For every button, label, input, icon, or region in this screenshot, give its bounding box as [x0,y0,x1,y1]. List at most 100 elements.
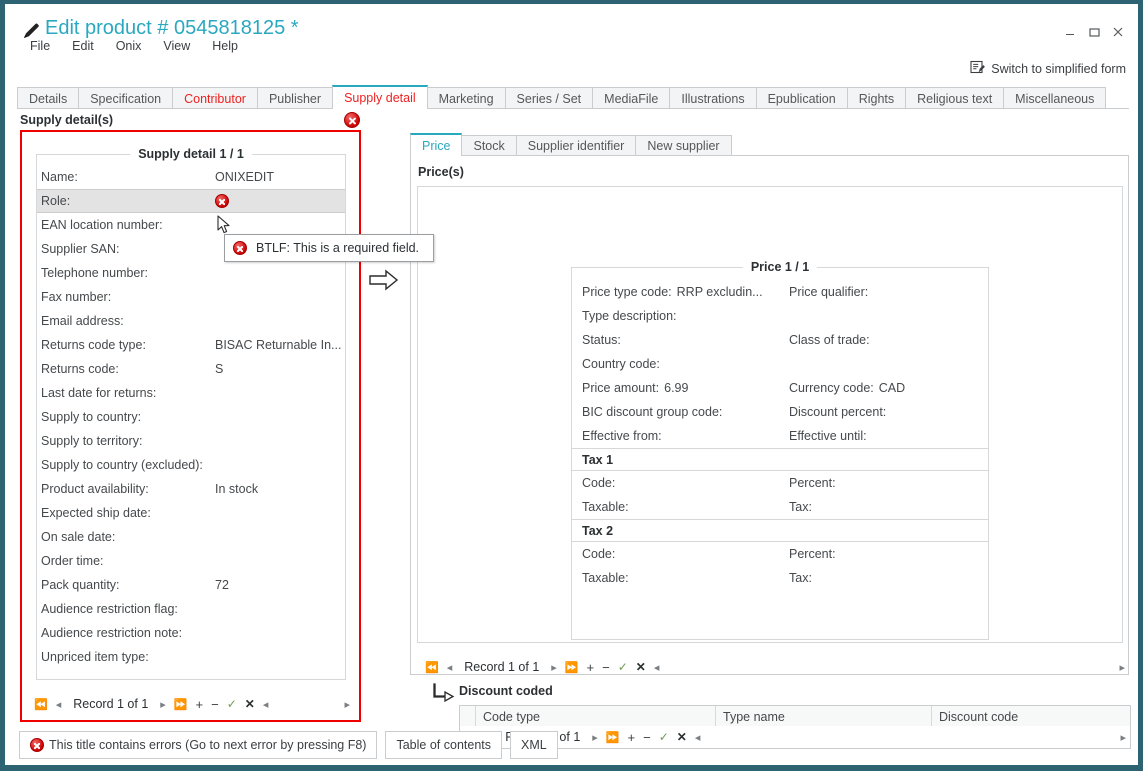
supply-field-row[interactable]: On sale date: [37,525,345,549]
price-field-row[interactable]: Effective from: Effective until: [572,424,988,448]
menu-item-help[interactable]: Help [201,36,249,56]
menu-item-edit[interactable]: Edit [61,36,105,56]
supply-field-label: Fax number: [41,290,112,304]
price-field-row[interactable]: Code: Percent: [572,542,988,566]
price-field-value: RRP excludin... [676,285,763,299]
remove-record-button[interactable]: − [598,660,614,675]
commit-record-button[interactable]: ✓ [614,660,632,674]
cancel-record-button[interactable]: ✕ [241,697,259,711]
supply-field-row[interactable]: Last date for returns: [37,381,345,405]
add-record-button[interactable]: + [624,730,640,745]
price-field-label: Effective until: [789,429,867,443]
price-field-label: Class of trade: [789,333,870,347]
supply-field-row[interactable]: Product availability: In stock [37,477,345,501]
remove-record-button[interactable]: − [207,697,223,712]
record-scroll-left-icon[interactable]: ◂ [691,731,705,744]
menu-item-view[interactable]: View [152,36,201,56]
last-record-icon[interactable]: ⏩ [170,698,192,711]
supply-field-row[interactable]: Fax number: [37,285,345,309]
supply-field-row[interactable]: Order time: [37,549,345,573]
price-field-row[interactable]: Taxable: Tax: [572,566,988,590]
price-field-row[interactable]: BIC discount group code: Discount percent… [572,400,988,424]
tab-rights[interactable]: Rights [846,87,907,109]
next-record-icon[interactable]: ▸ [547,661,561,674]
record-scroll-right-icon[interactable]: ▸ [1115,661,1129,674]
tab-epublication[interactable]: Epublication [755,87,848,109]
first-record-icon[interactable]: ⏪ [30,698,52,711]
supply-field-row[interactable]: Audience restriction flag: [37,597,345,621]
cancel-record-button[interactable]: ✕ [673,730,691,744]
supply-field-row[interactable]: Supply to territory: [37,429,345,453]
supply-field-row[interactable]: Telephone number: [37,261,345,285]
price-field-cell: Percent: [789,476,841,490]
price-field-label: Currency code: [789,381,874,395]
supply-field-label: Supply to country (excluded): [41,458,203,472]
record-scroll-right-icon[interactable]: ▸ [340,698,354,711]
xml-button[interactable]: XML [510,731,558,759]
prev-record-icon[interactable]: ◂ [443,661,457,674]
prev-record-icon[interactable]: ◂ [52,698,66,711]
add-record-button[interactable]: + [192,697,208,712]
price-field-row[interactable]: Code: Percent: [572,471,988,495]
tab-specification[interactable]: Specification [78,87,174,109]
supply-field-row[interactable]: Pack quantity: 72 [37,573,345,597]
close-icon[interactable] [1106,22,1130,42]
table-of-contents-button[interactable]: Table of contents [385,731,502,759]
first-record-icon[interactable]: ⏪ [421,661,443,674]
record-scroll-left-icon[interactable]: ◂ [650,661,664,674]
minimize-icon[interactable] [1058,22,1082,42]
cancel-record-button[interactable]: ✕ [632,660,650,674]
supply-field-row[interactable]: Email address: [37,309,345,333]
mouse-cursor [217,215,233,242]
price-field-row[interactable]: Price amount: 6.99 Currency code: CAD [572,376,988,400]
commit-record-button[interactable]: ✓ [223,697,241,711]
add-record-button[interactable]: + [583,660,599,675]
supply-field-row[interactable]: Expected ship date: [37,501,345,525]
remove-record-button[interactable]: − [639,730,655,745]
price-field-label: Tax: [789,571,812,585]
tab-publisher[interactable]: Publisher [256,87,334,109]
supply-field-row[interactable]: Name: ONIXEDIT [37,165,345,189]
supply-field-row[interactable]: Audience restriction note: [37,621,345,645]
price-field-row[interactable]: Type description: [572,304,988,328]
tab-details[interactable]: Details [17,87,80,109]
supply-field-row[interactable]: Unpriced item type: [37,645,345,669]
tab-miscellaneous[interactable]: Miscellaneous [1003,87,1107,109]
record-scroll-left-icon[interactable]: ◂ [259,698,273,711]
menu-item-file[interactable]: File [19,36,61,56]
switch-to-simplified-form-button[interactable]: Switch to simplified form [970,60,1126,78]
subtab-supplier-identifier[interactable]: Supplier identifier [515,135,637,156]
subtab-new-supplier[interactable]: New supplier [635,135,732,156]
tab-religious-text[interactable]: Religious text [905,87,1005,109]
commit-record-button[interactable]: ✓ [655,730,673,744]
tab-mediafile[interactable]: MediaFile [592,87,671,109]
tab-marketing[interactable]: Marketing [426,87,506,109]
supply-field-row[interactable]: Returns code type: BISAC Returnable In... [37,333,345,357]
tab-series-set[interactable]: Series / Set [504,87,594,109]
error-status-button[interactable]: This title contains errors (Go to next e… [19,731,378,759]
tab-illustrations[interactable]: Illustrations [669,87,757,109]
last-record-icon[interactable]: ⏩ [561,661,583,674]
subtab-price[interactable]: Price [410,133,463,156]
price-field-cell: Percent: [789,547,841,561]
supply-field-row[interactable]: Returns code: S [37,357,345,381]
last-record-icon[interactable]: ⏩ [602,731,624,744]
subtab-stock[interactable]: Stock [461,135,517,156]
tab-contributor[interactable]: Contributor [172,87,258,109]
supply-field-row[interactable]: Supply to country (excluded): [37,453,345,477]
menu-item-onix[interactable]: Onix [105,36,153,56]
tab-supply-detail[interactable]: Supply detail [332,85,428,109]
record-scroll-right-icon[interactable]: ▸ [1116,731,1130,744]
supply-details-error-box: Supply detail 1 / 1 Name: ONIXEDIT Role: EA… [20,130,361,722]
maximize-icon[interactable] [1082,22,1106,42]
next-record-icon[interactable]: ▸ [156,698,170,711]
supply-field-row[interactable]: Supply to country: [37,405,345,429]
next-record-icon[interactable]: ▸ [588,731,602,744]
supply-field-row[interactable]: Role: [37,189,345,213]
price-field-row[interactable]: Country code: [572,352,988,376]
price-field-row[interactable]: Price type code: RRP excludin... Price qua… [572,280,988,304]
price-field-row[interactable]: Status: Class of trade: [572,328,988,352]
prices-title: Price(s) [418,165,464,179]
price-field-row[interactable]: Taxable: Tax: [572,495,988,519]
supply-field-label: EAN location number: [41,218,163,232]
